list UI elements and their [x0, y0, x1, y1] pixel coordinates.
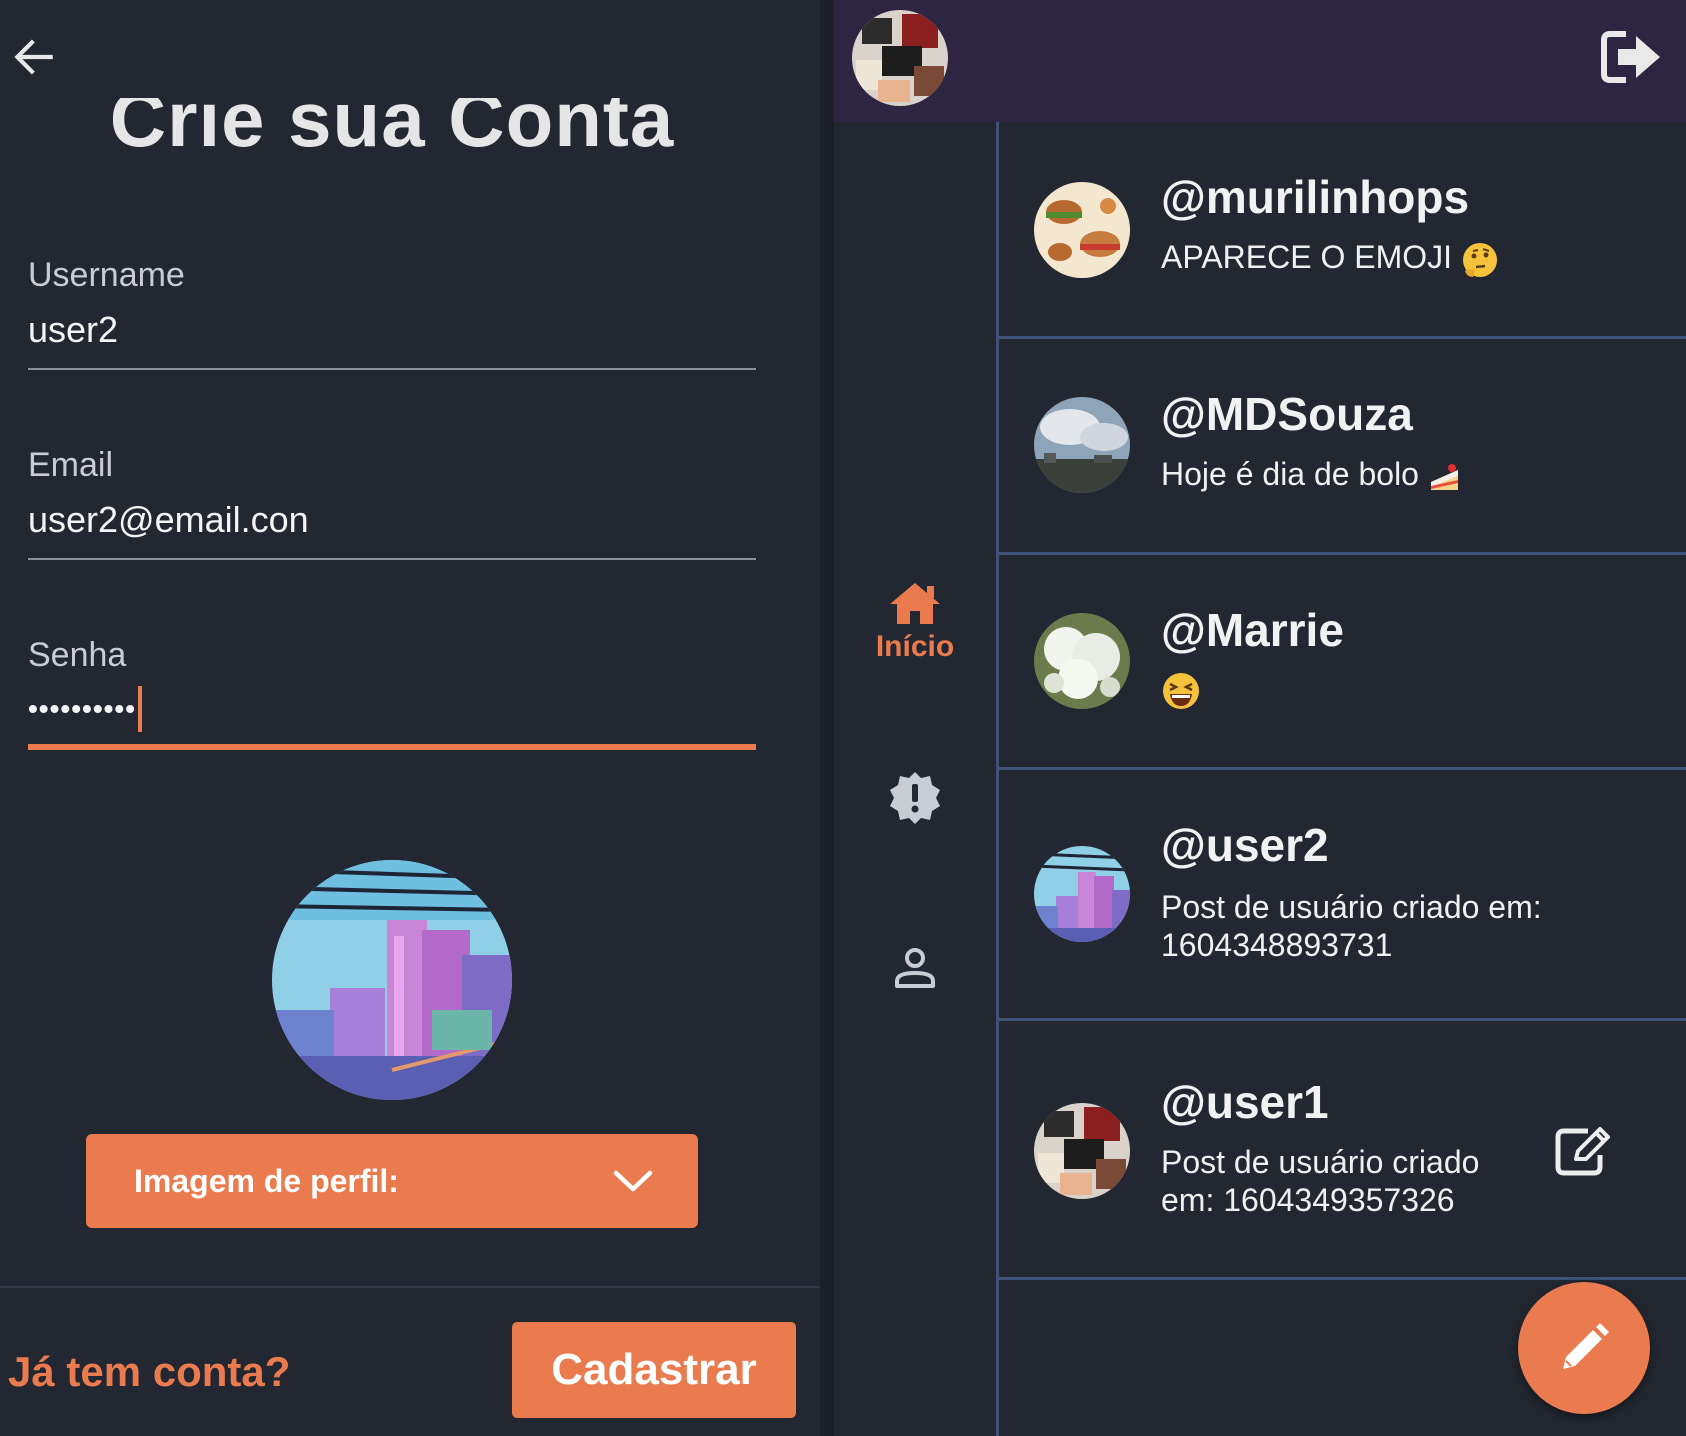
post-item[interactable]: @user1 Post de usuário criado em: 160434… — [999, 1021, 1686, 1280]
home-icon — [890, 583, 940, 624]
post-text-content: Post de usuário criado em: 1604348893731 — [1161, 889, 1542, 963]
username-underline — [28, 368, 756, 370]
post-text: APARECE O EMOJI — [1161, 238, 1499, 279]
post-text-content: Post de usuário criado em: 1604349357326 — [1161, 1144, 1480, 1218]
post-item[interactable]: @MDSouza Hoje é dia de bolo — [999, 339, 1686, 555]
thinking-face-emoji — [1462, 242, 1497, 277]
username-label: Username — [28, 256, 185, 294]
email-underline — [28, 558, 756, 560]
pencil-icon — [1563, 1323, 1609, 1369]
nav-item-home[interactable]: Início — [834, 580, 996, 664]
post-text-content: APARECE O EMOJI — [1161, 239, 1453, 275]
back-button[interactable] — [6, 26, 62, 88]
text-caret — [138, 686, 143, 732]
post-avatar[interactable] — [1034, 613, 1130, 709]
profile-image-select[interactable]: Imagem de perfil: — [86, 1134, 698, 1228]
top-bar — [834, 0, 1686, 122]
person-icon — [895, 948, 935, 988]
post-username[interactable]: @user1 — [1161, 1075, 1329, 1129]
post-avatar[interactable] — [1034, 397, 1130, 493]
post-avatar[interactable] — [1034, 182, 1130, 278]
edit-post-icon[interactable] — [1554, 1125, 1614, 1177]
profile-image-select-label: Imagem de perfil: — [134, 1162, 399, 1199]
password-field[interactable]: Senha •••••••••• — [28, 636, 756, 756]
post-text: Hoje é dia de bolo — [1161, 455, 1462, 494]
screen-gap — [820, 0, 834, 1436]
new-post-button[interactable] — [1518, 1282, 1650, 1414]
bottom-divider — [0, 1286, 820, 1288]
post-text — [1161, 669, 1201, 711]
username-input[interactable]: user2 — [28, 309, 756, 351]
post-username[interactable]: @Marrie — [1161, 603, 1344, 657]
username-field[interactable]: Username user2 — [28, 256, 756, 372]
password-value: •••••••••• — [28, 693, 137, 724]
post-item[interactable]: @Marrie — [999, 555, 1686, 770]
register-button[interactable]: Cadastrar — [512, 1322, 796, 1418]
laughing-face-emoji — [1163, 672, 1199, 709]
page-title-text: Crie sua Conta — [109, 98, 675, 163]
register-screen: Crie sua Conta Username user2 Email user… — [0, 0, 820, 1436]
post-avatar[interactable] — [1034, 846, 1130, 942]
email-field[interactable]: Email user2@email.con — [28, 446, 756, 562]
nav-item-home-label: Início — [875, 630, 955, 663]
nav-item-notifications[interactable] — [834, 770, 996, 826]
post-text-content: Hoje é dia de bolo — [1161, 456, 1419, 492]
email-input[interactable]: user2@email.con — [28, 499, 756, 541]
post-item[interactable]: @murilinhops APARECE O EMOJI — [999, 122, 1686, 339]
post-item[interactable]: @user2 Post de usuário criado em: 160434… — [999, 770, 1686, 1021]
post-text: Post de usuário criado em: 1604348893731 — [1161, 888, 1581, 964]
logout-icon[interactable] — [1600, 28, 1664, 86]
login-link[interactable]: Já tem conta? — [8, 1348, 290, 1396]
page-title: Crie sua Conta — [0, 98, 784, 170]
post-text: Post de usuário criado em: 1604349357326 — [1161, 1143, 1501, 1219]
email-label: Email — [28, 446, 114, 484]
password-label: Senha — [28, 636, 127, 674]
post-username[interactable]: @MDSouza — [1161, 387, 1413, 441]
current-user-avatar[interactable] — [852, 10, 948, 106]
password-underline-focused — [28, 744, 756, 750]
feed-screen: Início @murilinhops APARECE O EMOJI @MDS… — [834, 0, 1686, 1436]
post-avatar[interactable] — [1034, 1103, 1130, 1199]
alert-badge-icon — [890, 772, 940, 824]
post-username[interactable]: @murilinhops — [1161, 170, 1469, 224]
profile-image-preview — [272, 860, 512, 1100]
post-feed: @murilinhops APARECE O EMOJI @MDSouza Ho… — [999, 122, 1686, 1436]
nav-item-profile[interactable] — [834, 946, 996, 990]
cake-slice-emoji — [1430, 463, 1458, 490]
arrow-left-icon — [14, 39, 53, 75]
chevron-down-icon — [613, 1170, 653, 1192]
post-username[interactable]: @user2 — [1161, 818, 1329, 872]
password-input[interactable]: •••••••••• — [28, 686, 756, 732]
